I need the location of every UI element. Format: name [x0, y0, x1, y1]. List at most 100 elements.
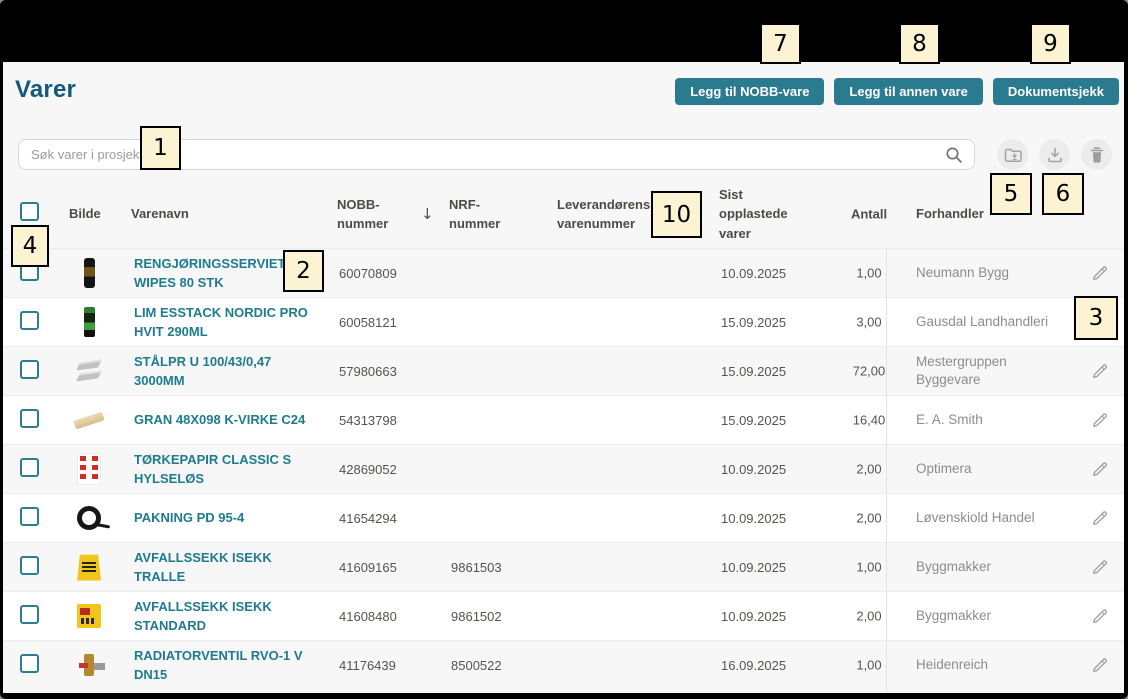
row-checkbox[interactable]	[20, 311, 39, 330]
column-divider	[886, 248, 887, 690]
product-name-link[interactable]: AVFALLSSEKK ISEKK STANDARD	[134, 597, 325, 636]
table-row: LIM ESSTACK NORDIC PRO HVIT 290ML 600581…	[3, 297, 1124, 346]
product-image	[73, 402, 105, 438]
last-uploaded-date: 10.09.2025	[719, 609, 819, 624]
quantity-value: 1,00	[845, 658, 889, 673]
retailer-name: Byggmakker	[916, 558, 1076, 576]
col-header-varenavn: Varenavn	[131, 204, 337, 224]
col-header-nrf-nummer: NRF-nummer	[449, 195, 557, 234]
retailer-name: Optimera	[916, 460, 1076, 478]
last-uploaded-date: 10.09.2025	[719, 560, 819, 575]
product-image	[73, 549, 105, 585]
nobb-number: 41176439	[337, 658, 449, 673]
quantity-value: 1,00	[845, 266, 889, 281]
last-uploaded-date: 15.09.2025	[719, 364, 819, 379]
annotation-mark-3: 3	[1074, 296, 1118, 340]
product-name-link[interactable]: STÅLPR U 100/43/0,47 3000MM	[134, 352, 325, 391]
quantity-value: 16,40	[845, 413, 889, 428]
table-header: Bilde Varenavn NOBB-nummer ↓ NRF-nummer …	[3, 180, 1124, 248]
product-image	[73, 353, 105, 389]
col-header-bilde: Bilde	[69, 204, 131, 224]
product-image	[73, 500, 105, 536]
action-buttons: Legg til NOBB-vare Legg til annen vare D…	[675, 78, 1119, 105]
sort-descending-icon[interactable]: ↓	[421, 203, 434, 226]
quantity-value: 1,00	[845, 560, 889, 575]
edit-row-button[interactable]	[1089, 508, 1110, 529]
product-name-link[interactable]: AVFALLSSEKK ISEKK TRALLE	[134, 548, 325, 587]
quantity-value: 2,00	[845, 462, 889, 477]
edit-row-button[interactable]	[1089, 410, 1110, 431]
edit-row-button[interactable]	[1089, 606, 1110, 627]
table-row: RADIATORVENTIL RVO-1 V DN15 41176439 850…	[3, 640, 1124, 689]
retailer-name: Byggmakker	[916, 607, 1076, 625]
product-name-link[interactable]: RADIATORVENTIL RVO-1 V DN15	[134, 646, 325, 685]
select-all-checkbox[interactable]	[20, 202, 39, 221]
retailer-name: Neumann Bygg	[916, 264, 1076, 282]
last-uploaded-date: 10.09.2025	[719, 266, 819, 281]
download-icon[interactable]	[1039, 139, 1070, 170]
product-image	[73, 255, 105, 291]
quantity-value: 72,00	[845, 364, 889, 379]
annotation-mark-5: 5	[990, 173, 1032, 215]
row-checkbox[interactable]	[20, 654, 39, 673]
nobb-number: 41654294	[337, 511, 449, 526]
product-name-link[interactable]: GRAN 48X098 K-VIRKE C24	[134, 410, 305, 430]
table-body: RENGJØRINGSSERVIETTER WIPES 80 STK 60070…	[3, 248, 1124, 689]
row-checkbox[interactable]	[20, 458, 39, 477]
retailer-name: Løvenskiold Handel	[916, 509, 1076, 527]
annotation-mark-10: 10	[651, 191, 702, 238]
document-check-button[interactable]: Dokumentsjekk	[993, 78, 1119, 105]
add-other-item-button[interactable]: Legg til annen vare	[834, 78, 982, 105]
trash-icon[interactable]	[1081, 139, 1112, 170]
nobb-number: 57980663	[337, 364, 449, 379]
quantity-value: 2,00	[845, 609, 889, 624]
col-header-nobb-nummer[interactable]: NOBB-nummer ↓	[337, 195, 449, 234]
product-name-link[interactable]: LIM ESSTACK NORDIC PRO HVIT 290ML	[134, 303, 325, 342]
row-checkbox[interactable]	[20, 507, 39, 526]
edit-row-button[interactable]	[1089, 361, 1110, 382]
last-uploaded-date: 15.09.2025	[719, 413, 819, 428]
top-bar	[0, 0, 1128, 62]
product-image	[73, 647, 105, 683]
product-name-link[interactable]: PAKNING PD 95-4	[134, 508, 244, 528]
table-row: PAKNING PD 95-4 41654294 10.09.2025 2,00…	[3, 493, 1124, 542]
edit-row-button[interactable]	[1089, 459, 1110, 480]
export-folder-icon[interactable]	[997, 139, 1028, 170]
row-checkbox[interactable]	[20, 360, 39, 379]
retailer-name: Mestergruppen Byggevare	[916, 353, 1076, 389]
retailer-name: E. A. Smith	[916, 411, 1076, 429]
product-image	[73, 304, 105, 340]
last-uploaded-date: 16.09.2025	[719, 658, 819, 673]
nrf-number: 9861502	[449, 609, 557, 624]
product-image	[73, 451, 105, 487]
annotation-mark-8: 8	[899, 23, 940, 64]
app-window: Varer Legg til NOBB-vare Legg til annen …	[0, 0, 1128, 699]
edit-row-button[interactable]	[1089, 263, 1110, 284]
table-row: GRAN 48X098 K-VIRKE C24 54313798 15.09.2…	[3, 395, 1124, 444]
row-checkbox[interactable]	[20, 605, 39, 624]
nobb-number: 42869052	[337, 462, 449, 477]
annotation-mark-7: 7	[760, 23, 801, 64]
table-row: AVFALLSSEKK ISEKK TRALLE 41609165 986150…	[3, 542, 1124, 591]
quantity-value: 3,00	[845, 315, 889, 330]
page-title: Varer	[15, 76, 76, 104]
retailer-name: Gausdal Landhandleri	[916, 313, 1076, 331]
annotation-mark-9: 9	[1030, 23, 1071, 64]
table-row: RENGJØRINGSSERVIETTER WIPES 80 STK 60070…	[3, 248, 1124, 297]
search-icon	[945, 146, 963, 169]
nrf-number: 9861503	[449, 560, 557, 575]
edit-row-button[interactable]	[1089, 557, 1110, 578]
retailer-name: Heidenreich	[916, 656, 1076, 674]
col-header-antall: Antall	[819, 180, 889, 248]
annotation-mark-1: 1	[140, 126, 181, 170]
row-checkbox[interactable]	[20, 409, 39, 428]
nobb-number: 41608480	[337, 609, 449, 624]
row-checkbox[interactable]	[20, 556, 39, 575]
edit-row-button[interactable]	[1089, 655, 1110, 676]
product-image	[73, 598, 105, 634]
product-name-link[interactable]: TØRKEPAPIR CLASSIC S HYLSELØS	[134, 450, 325, 489]
add-nobb-item-button[interactable]: Legg til NOBB-vare	[675, 78, 824, 105]
last-uploaded-date: 10.09.2025	[719, 511, 819, 526]
nobb-number: 60070809	[337, 266, 449, 281]
annotation-mark-4: 4	[11, 225, 49, 267]
